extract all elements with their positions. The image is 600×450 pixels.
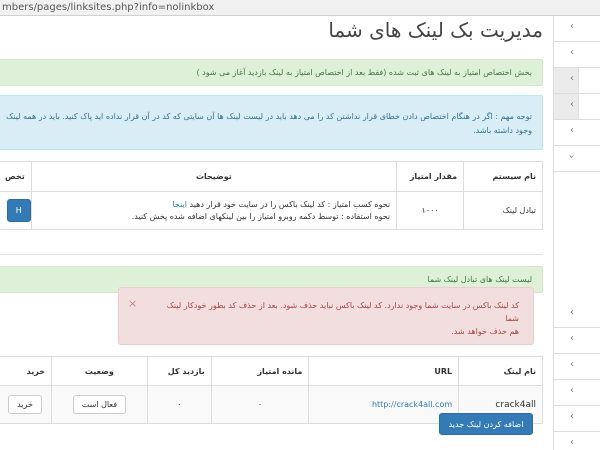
sidebar-item[interactable]: ‹ — [554, 42, 600, 68]
important-note-line2: وجود داشته باشد. — [473, 126, 532, 135]
chevron-left-icon: ‹ — [570, 359, 574, 370]
description-cell: نحوه کسب امتیاز : کد لینک باکس را در سای… — [30, 191, 398, 230]
remaining-cell: ۰ — [210, 385, 310, 424]
add-new-link-label: اضافه کردن لینک جدید — [448, 419, 524, 429]
important-note: توجه مهم : اگر در هنگام اختصاص دادن خطای… — [0, 95, 543, 150]
chevron-down-icon: ‹ — [566, 154, 578, 159]
sidebar-item[interactable]: ‹ — [554, 432, 600, 450]
missing-code-alert: × کد لینک باکس در سایت شما وجود ندارد. ک… — [118, 287, 534, 345]
address-bar[interactable]: mbers/pages/linksites.php?info=nolinkbox — [0, 0, 600, 16]
sidebar-item[interactable]: ‹ — [554, 328, 600, 354]
chevron-left-icon: ‹ — [570, 125, 574, 136]
points-table: نام سیستم مقدار امتیاز توضیحات تخص تبادل… — [0, 161, 543, 230]
system-name-cell: تبادل لینک — [463, 191, 543, 230]
buy-button[interactable]: خرید — [8, 395, 42, 414]
header-system-name: نام سیستم — [463, 161, 543, 192]
header-remaining: مانده امتیاز — [210, 356, 310, 386]
sidebar-item[interactable]: ‹ — [554, 68, 600, 94]
sidebar-item[interactable]: ‹ — [554, 94, 600, 120]
sidebar-item-box — [578, 94, 600, 119]
sidebar-item[interactable]: ‹ — [554, 16, 600, 42]
chevron-left-icon: ‹ — [570, 73, 574, 84]
description-line1-text: نحوه کسب امتیاز : کد لینک باکس را در سای… — [189, 199, 391, 209]
points-table-header: نام سیستم مقدار امتیاز توضیحات تخص — [0, 161, 543, 192]
buy-cell: خرید — [0, 385, 53, 424]
close-icon[interactable]: × — [128, 297, 137, 310]
sidebar-submenu — [554, 172, 600, 302]
table-row: تبادل لینک ۱۰۰۰ نحوه کسب امتیاز : کد لین… — [0, 191, 543, 230]
sidebar-item[interactable]: ‹ — [554, 354, 600, 380]
description-line2: نحوه استفاده : توسط دکمه روبرو امتیاز را… — [131, 211, 391, 221]
main-content: مدیریت بک لینک های شما بخش اختصاص امتیاز… — [0, 16, 553, 450]
url-cell: http://crack4all.com — [308, 385, 460, 424]
header-status: وضعیت — [51, 356, 148, 386]
header-url: URL — [308, 356, 460, 386]
chevron-left-icon: ‹ — [570, 47, 574, 58]
sidebar-item[interactable]: ‹ — [554, 146, 600, 172]
add-new-link-button[interactable]: اضافه کردن لینک جدید — [439, 413, 533, 435]
here-link[interactable]: اینجا — [173, 199, 187, 211]
status-active-button[interactable]: فعال است — [72, 395, 127, 414]
alert-line1: کد لینک باکس در سایت شما وجود ندارد. کد … — [166, 301, 519, 323]
page-title: مدیریت بک لینک های شما — [328, 18, 543, 42]
points-section-heading: بخش اختصاص امتیاز به لینک های ثبت شده (ف… — [0, 59, 543, 86]
header-points: مقدار امتیاز — [396, 161, 465, 192]
chevron-left-icon: ‹ — [570, 437, 574, 448]
right-sidebar: ‹ ‹ ‹ ‹ ‹ ‹ ‹ ‹ ‹ ‹ ‹ ‹ — [553, 16, 600, 450]
sidebar-item[interactable]: ‹ — [554, 120, 600, 146]
points-cell: ۱۰۰۰ — [396, 191, 465, 230]
visits-cell: ۰ — [146, 385, 212, 424]
status-cell: فعال است — [51, 385, 148, 424]
url-text: mbers/pages/linksites.php?info=nolinkbox — [2, 2, 215, 13]
points-section-heading-text: بخش اختصاص امتیاز به لینک های ثبت شده (ف… — [196, 68, 532, 77]
chevron-left-icon: ‹ — [570, 333, 574, 344]
sidebar-item[interactable]: ‹ — [554, 406, 600, 432]
sidebar-item[interactable]: ‹ — [554, 302, 600, 328]
sidebar-item[interactable]: ‹ — [554, 380, 600, 406]
chevron-left-icon: ‹ — [570, 307, 574, 318]
description-line1: نحوه کسب امتیاز : کد لینک باکس را در سای… — [38, 199, 391, 211]
header-description: توضیحات — [30, 161, 398, 192]
alert-line2: هم حذف خواهد شد. — [451, 327, 519, 336]
assign-cell: H — [0, 191, 32, 230]
important-note-line1: توجه مهم : اگر در هنگام اختصاص دادن خطای… — [6, 112, 532, 121]
header-assign: تخص — [0, 161, 32, 192]
link-list-heading-text: لیست لینک های تبادل لینک شما — [427, 275, 532, 284]
chevron-left-icon: ‹ — [570, 385, 574, 396]
divider — [0, 254, 543, 255]
site-url-link[interactable]: http://crack4all.com — [372, 400, 452, 409]
links-table-header: نام لینک URL مانده امتیاز بازدید کل وضعی… — [0, 356, 543, 386]
chevron-left-icon: ‹ — [570, 411, 574, 422]
header-total-visits: بازدید کل — [146, 356, 212, 386]
header-buy: خرید — [0, 356, 53, 386]
chevron-left-icon: ‹ — [570, 21, 574, 32]
chevron-left-icon: ‹ — [570, 99, 574, 110]
assign-points-button[interactable]: H — [6, 199, 31, 222]
header-link-name: نام لینک — [458, 356, 543, 386]
sidebar-item-box — [578, 68, 600, 93]
